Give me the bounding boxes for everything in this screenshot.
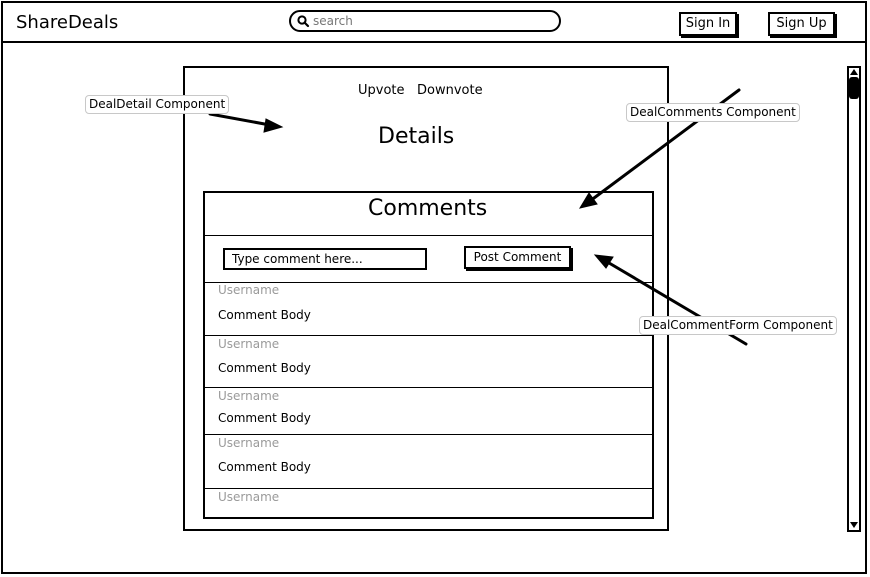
- divider: [205, 335, 652, 336]
- vertical-scrollbar[interactable]: [847, 66, 861, 532]
- comment-input[interactable]: [223, 248, 427, 270]
- search-box[interactable]: [289, 10, 561, 32]
- deal-comments-annotation: DealComments Component: [626, 103, 800, 122]
- comment-username: Username: [218, 436, 280, 450]
- arrow-up-icon[interactable]: [849, 68, 859, 76]
- comment-body: Comment Body: [218, 411, 311, 425]
- comment-body: Comment Body: [218, 460, 311, 474]
- comment-username: Username: [218, 283, 280, 297]
- comment-username: Username: [218, 389, 280, 403]
- comment-username: Username: [218, 490, 280, 504]
- comment-body: Comment Body: [218, 308, 311, 322]
- comments-heading: Comments: [368, 196, 488, 221]
- divider: [205, 434, 652, 435]
- search-input[interactable]: [313, 13, 543, 29]
- sign-in-button[interactable]: Sign In: [679, 12, 737, 36]
- deal-comment-form-annotation: DealCommentForm Component: [639, 316, 837, 335]
- divider: [205, 235, 652, 236]
- deal-detail-annotation: DealDetail Component: [85, 95, 230, 114]
- arrow-down-icon[interactable]: [849, 521, 859, 529]
- upvote-link[interactable]: Upvote: [358, 83, 405, 98]
- comment-username: Username: [218, 337, 280, 351]
- search-icon: [297, 15, 310, 28]
- downvote-link[interactable]: Downvote: [417, 83, 483, 98]
- divider: [205, 387, 652, 388]
- sign-up-button[interactable]: Sign Up: [768, 12, 835, 36]
- scrollbar-thumb[interactable]: [849, 77, 859, 99]
- brand-logo[interactable]: ShareDeals: [16, 12, 118, 33]
- details-heading: Details: [378, 124, 455, 149]
- divider: [205, 488, 652, 489]
- post-comment-button[interactable]: Post Comment: [464, 246, 571, 269]
- comment-body: Comment Body: [218, 361, 311, 375]
